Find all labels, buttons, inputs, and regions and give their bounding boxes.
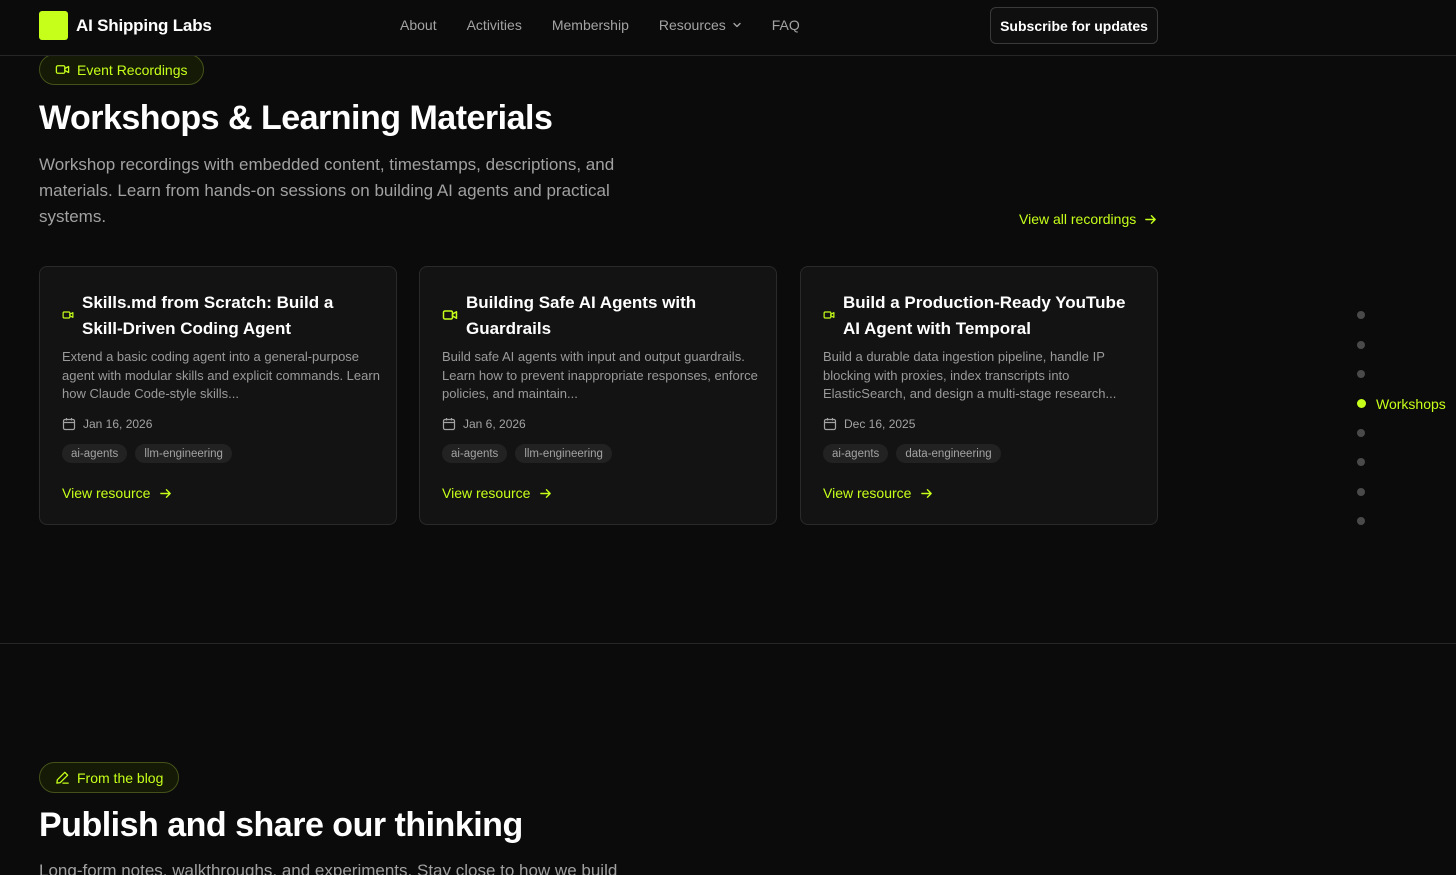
view-resource-link[interactable]: View resource xyxy=(62,485,172,501)
section-dot[interactable] xyxy=(1357,488,1365,496)
chevron-down-icon xyxy=(733,22,741,28)
tag[interactable]: llm-engineering xyxy=(135,444,232,463)
card-header: Building Safe AI Agents with Guardrails xyxy=(442,290,758,342)
blog-section-title: Publish and share our thinking xyxy=(39,806,523,844)
workshop-card[interactable]: Build a Production-Ready YouTube AI Agen… xyxy=(800,266,1158,525)
view-all-recordings-link[interactable]: View all recordings xyxy=(1019,211,1157,227)
section-dot[interactable] xyxy=(1357,429,1365,437)
site-header: AI Shipping Labs About Activities Member… xyxy=(0,0,1456,56)
card-date: Jan 6, 2026 xyxy=(442,417,526,431)
nav-activities[interactable]: Activities xyxy=(467,17,522,33)
section-divider xyxy=(0,643,1456,644)
card-description: Extend a basic coding agent into a gener… xyxy=(62,349,380,401)
card-date-text: Jan 16, 2026 xyxy=(83,417,153,431)
pencil-icon xyxy=(56,771,69,784)
brand-logo[interactable]: AI Shipping Labs xyxy=(39,11,212,40)
view-resource-label: View resource xyxy=(62,485,151,501)
card-description: Build safe AI agents with input and outp… xyxy=(442,349,758,401)
badge-label: From the blog xyxy=(77,769,164,786)
tag[interactable]: llm-engineering xyxy=(515,444,612,463)
card-date-text: Jan 6, 2026 xyxy=(463,417,526,431)
nav-membership[interactable]: Membership xyxy=(552,17,629,33)
nav-resources-label: Resources xyxy=(658,17,726,33)
calendar-icon xyxy=(62,418,76,431)
card-title[interactable]: Building Safe AI Agents with Guardrails xyxy=(466,290,758,342)
blog-section-description: Long-form notes, walkthroughs, and exper… xyxy=(39,861,618,875)
nav-resources[interactable]: Resources xyxy=(659,17,742,33)
logo-mark-icon xyxy=(39,11,68,40)
card-date: Dec 16, 2025 xyxy=(823,417,915,431)
section-dot[interactable] xyxy=(1357,458,1365,466)
calendar-icon xyxy=(442,418,456,431)
calendar-icon xyxy=(823,418,837,431)
brand-name: AI Shipping Labs xyxy=(76,15,212,35)
view-all-label: View all recordings xyxy=(1019,211,1137,227)
workshop-card[interactable]: Building Safe AI Agents with Guardrails … xyxy=(419,266,777,525)
view-resource-link[interactable]: View resource xyxy=(442,485,552,501)
section-description: Workshop recordings with embedded conten… xyxy=(39,155,615,226)
card-header: Build a Production-Ready YouTube AI Agen… xyxy=(823,290,1139,342)
event-recordings-badge: Event Recordings xyxy=(39,54,204,85)
nav-about[interactable]: About xyxy=(400,17,437,33)
section-dot[interactable] xyxy=(1357,341,1365,349)
arrow-right-icon xyxy=(1145,214,1157,224)
tag[interactable]: ai-agents xyxy=(823,444,889,463)
card-title[interactable]: Skills.md from Scratch: Build a Skill-Dr… xyxy=(82,290,378,342)
badge-label: Event Recordings xyxy=(77,61,188,78)
workshop-card[interactable]: Skills.md from Scratch: Build a Skill-Dr… xyxy=(39,266,397,525)
nav-faq[interactable]: FAQ xyxy=(772,17,800,33)
tag[interactable]: ai-agents xyxy=(442,444,508,463)
arrow-right-icon xyxy=(921,488,933,498)
section-dot[interactable] xyxy=(1357,370,1365,378)
card-tags: ai-agents llm-engineering xyxy=(442,444,612,463)
video-camera-icon xyxy=(823,311,835,319)
arrow-right-icon xyxy=(160,488,172,498)
view-resource-label: View resource xyxy=(442,485,531,501)
card-date: Jan 16, 2026 xyxy=(62,417,152,431)
video-camera-icon xyxy=(55,65,70,74)
section-dot[interactable] xyxy=(1357,517,1365,525)
card-tags: ai-agents llm-engineering xyxy=(62,444,232,463)
active-section-label[interactable]: Workshops xyxy=(1376,396,1446,412)
card-title[interactable]: Build a Production-Ready YouTube AI Agen… xyxy=(843,290,1139,342)
view-resource-link[interactable]: View resource xyxy=(823,485,933,501)
view-resource-label: View resource xyxy=(823,485,912,501)
card-description: Build a durable data ingestion pipeline,… xyxy=(823,349,1117,401)
section-title: Workshops & Learning Materials xyxy=(39,99,553,137)
card-header: Skills.md from Scratch: Build a Skill-Dr… xyxy=(62,290,378,342)
tag[interactable]: data-engineering xyxy=(896,444,1001,463)
card-date-text: Dec 16, 2025 xyxy=(844,417,916,431)
arrow-right-icon xyxy=(540,488,552,498)
tag[interactable]: ai-agents xyxy=(62,444,128,463)
card-tags: ai-agents data-engineering xyxy=(823,444,1001,463)
section-dot-active[interactable] xyxy=(1357,399,1366,408)
main-nav: About Activities Membership Resources FA… xyxy=(400,17,800,33)
video-camera-icon xyxy=(62,311,74,319)
subscribe-button[interactable]: Subscribe for updates xyxy=(990,7,1158,44)
blog-badge: From the blog xyxy=(39,762,180,793)
section-dot[interactable] xyxy=(1357,311,1365,319)
video-camera-icon xyxy=(442,310,458,320)
